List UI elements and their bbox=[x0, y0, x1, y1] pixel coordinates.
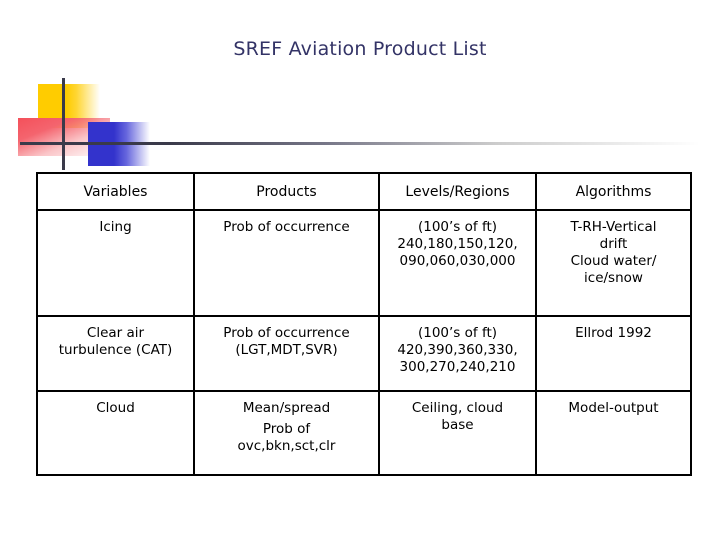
cell-levels-regions: (100’s of ft) 420,390,360,330, 300,270,2… bbox=[378, 315, 537, 392]
cell-levels-regions: (100’s of ft) 240,180,150,120, 090,060,0… bbox=[378, 209, 537, 317]
column-header-products: Products bbox=[193, 172, 380, 211]
algorithms-line-3: Cloud water/ bbox=[570, 253, 657, 269]
cell-products: Prob of occurrence bbox=[193, 209, 380, 317]
table-row: Cloud Mean/spread Prob of ovc,bkn,sct,cl… bbox=[36, 390, 692, 476]
products-line-3: ovc,bkn,sct,clr bbox=[237, 438, 336, 454]
column-header-variables: Variables bbox=[36, 172, 195, 211]
vertical-rule bbox=[62, 78, 65, 170]
levels-line-3: 300,270,240,210 bbox=[399, 359, 516, 375]
aviation-product-table: Variables Products Levels/Regions Algori… bbox=[36, 172, 692, 476]
column-header-algorithms: Algorithms bbox=[535, 172, 692, 211]
page-title: SREF Aviation Product List bbox=[233, 38, 487, 60]
cell-variables: Cloud bbox=[36, 390, 195, 476]
table-row: Clear air turbulence (CAT) Prob of occur… bbox=[36, 315, 692, 392]
horizontal-rule bbox=[20, 142, 700, 145]
cell-levels-regions: Ceiling, cloud base bbox=[378, 390, 537, 476]
cell-algorithms: Ellrod 1992 bbox=[535, 315, 692, 392]
cell-variables: Icing bbox=[36, 209, 195, 317]
products-line-1: Mean/spread bbox=[242, 400, 331, 416]
levels-line-1: (100’s of ft) bbox=[417, 325, 498, 341]
products-line-2: Prob of bbox=[262, 421, 311, 437]
algorithms-line-1: T-RH-Vertical bbox=[570, 219, 657, 235]
cell-algorithms: Model-output bbox=[535, 390, 692, 476]
levels-line-3: 090,060,030,000 bbox=[399, 253, 516, 269]
column-header-levels-regions: Levels/Regions bbox=[378, 172, 537, 211]
variables-line-1: Clear air bbox=[86, 325, 145, 341]
levels-line-1: Ceiling, cloud bbox=[411, 400, 504, 416]
levels-line-2: 420,390,360,330, bbox=[397, 342, 518, 358]
levels-line-2: 240,180,150,120, bbox=[397, 236, 518, 252]
algorithms-line-2: drift bbox=[599, 236, 628, 252]
cell-products: Prob of occurrence (LGT,MDT,SVR) bbox=[193, 315, 380, 392]
table-row: Icing Prob of occurrence (100’s of ft) 2… bbox=[36, 209, 692, 317]
algorithms-line-4: ice/snow bbox=[584, 270, 643, 286]
cell-algorithms: T-RH-Vertical drift Cloud water/ ice/sno… bbox=[535, 209, 692, 317]
cell-variables: Clear air turbulence (CAT) bbox=[36, 315, 195, 392]
slide: SREF Aviation Product List Variables Pro… bbox=[0, 0, 720, 540]
levels-line-2: base bbox=[441, 417, 474, 433]
levels-line-1: (100’s of ft) bbox=[417, 219, 498, 235]
table-header-row: Variables Products Levels/Regions Algori… bbox=[36, 172, 692, 211]
products-line-1: Prob of occurrence bbox=[223, 325, 350, 341]
variables-line-2: turbulence (CAT) bbox=[58, 342, 173, 358]
products-line-2: (LGT,MDT,SVR) bbox=[235, 342, 338, 358]
decorative-graphic bbox=[0, 70, 720, 180]
cell-products: Mean/spread Prob of ovc,bkn,sct,clr bbox=[193, 390, 380, 476]
